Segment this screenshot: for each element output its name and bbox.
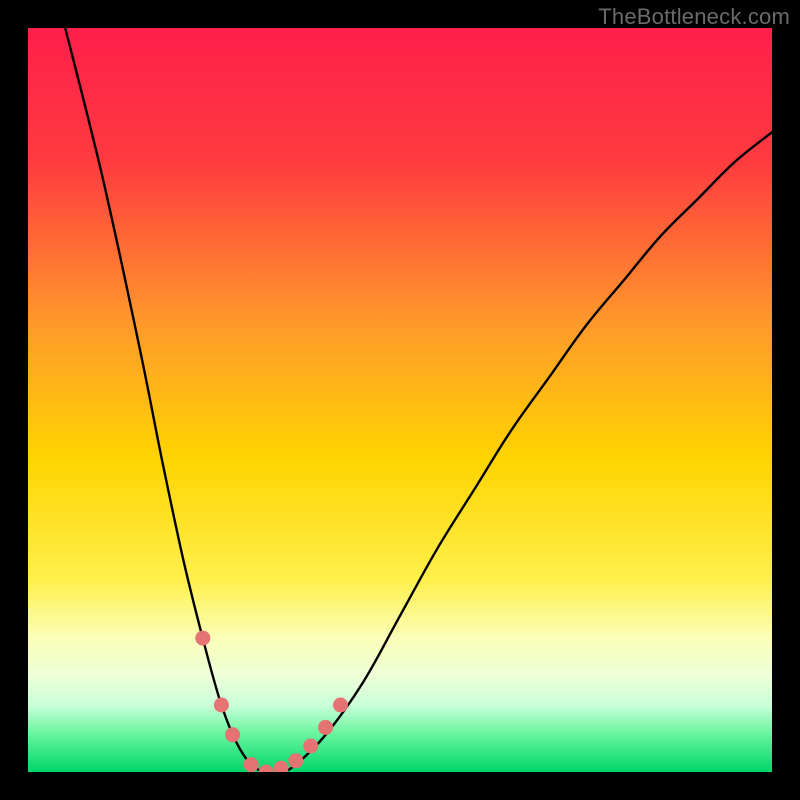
chart-frame: TheBottleneck.com	[0, 0, 800, 800]
curve-marker	[225, 727, 240, 742]
curve-marker	[288, 753, 303, 768]
curve-marker	[333, 698, 348, 713]
curve-marker	[195, 631, 210, 646]
curve-marker	[303, 739, 318, 754]
watermark-text: TheBottleneck.com	[598, 4, 790, 30]
curve-marker	[244, 757, 259, 772]
curve-marker	[259, 765, 274, 773]
plot-area	[28, 28, 772, 772]
curve-marker	[214, 698, 229, 713]
curve-markers	[195, 631, 348, 772]
curve-marker	[318, 720, 333, 735]
curve-marker	[274, 761, 289, 772]
bottleneck-curve	[28, 28, 772, 772]
